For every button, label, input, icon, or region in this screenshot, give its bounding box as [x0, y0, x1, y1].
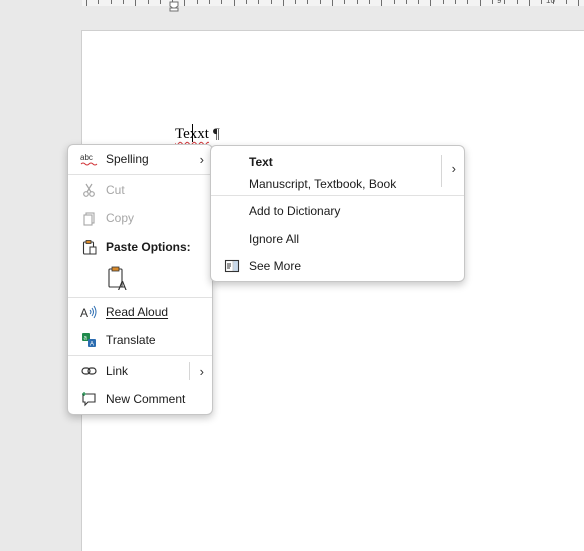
- spelling-suggestion-item[interactable]: Text Manuscript, Textbook, Book ›: [211, 149, 464, 193]
- ruler-tick: [197, 0, 198, 4]
- menu-divider: [211, 195, 464, 196]
- add-to-dictionary-item[interactable]: Add to Dictionary: [211, 198, 464, 224]
- read-aloud-menu-item[interactable]: A Read Aloud: [68, 299, 212, 325]
- ruler-tick: [135, 0, 136, 6]
- chevron-right-icon: ›: [199, 151, 204, 167]
- paste-options-label: Paste Options:: [106, 240, 191, 254]
- pilcrow-mark: ¶: [212, 126, 220, 142]
- svg-text:A: A: [80, 306, 88, 320]
- ignore-all-item[interactable]: Ignore All: [211, 226, 464, 252]
- new-comment-label: New Comment: [106, 392, 186, 406]
- ruler-tick: [381, 0, 382, 6]
- ruler-tick: [86, 0, 87, 6]
- translate-menu-item[interactable]: a A Translate: [68, 327, 212, 353]
- ruler-number: 9: [497, 0, 502, 5]
- link-icon: [80, 362, 98, 380]
- ruler-tick: [184, 0, 185, 6]
- menu-divider: [68, 174, 212, 175]
- paste-options-header: Paste Options:: [68, 234, 212, 260]
- ruler-tick: [344, 0, 345, 4]
- ruler-tick: [369, 0, 370, 4]
- svg-text:A: A: [118, 278, 127, 293]
- menu-divider: [68, 297, 212, 298]
- chevron-right-icon[interactable]: ›: [200, 364, 204, 379]
- ruler-tick: [443, 0, 444, 4]
- menu-divider: [68, 355, 212, 356]
- copy-label: Copy: [106, 211, 135, 225]
- indent-marker-icon[interactable]: [169, 1, 179, 12]
- link-label: Link: [106, 364, 129, 378]
- ruler-track: [82, 0, 584, 6]
- menu-split-divider: [441, 155, 442, 187]
- text-cursor: [192, 124, 193, 142]
- ruler-tick: [209, 0, 210, 4]
- translate-icon: a A: [80, 331, 98, 349]
- chevron-right-icon[interactable]: ›: [452, 161, 456, 176]
- translate-label: Translate: [106, 333, 156, 347]
- see-more-item[interactable]: See More: [211, 253, 464, 279]
- ruler-tick: [455, 0, 456, 4]
- ruler-tick: [221, 0, 222, 4]
- spelling-menu-item[interactable]: abc Spelling ›: [68, 146, 212, 172]
- ignore-all-label: Ignore All: [249, 232, 300, 246]
- ruler-tick: [480, 0, 481, 6]
- new-comment-icon: [80, 390, 98, 408]
- cut-menu-item[interactable]: Cut: [68, 177, 212, 203]
- ruler-tick: [430, 0, 431, 6]
- svg-text:A: A: [90, 342, 94, 348]
- svg-text:abc: abc: [80, 153, 93, 162]
- ruler-tick: [541, 0, 542, 4]
- ruler-number: 10: [546, 0, 555, 5]
- ruler-tick: [98, 0, 99, 4]
- clipboard-icon: [80, 238, 98, 256]
- suggestion-title: Text: [249, 155, 273, 169]
- ruler-tick: [111, 0, 112, 4]
- suggestion-synonyms: Manuscript, Textbook, Book: [249, 177, 397, 191]
- ruler-tick: [504, 0, 505, 4]
- ruler-tick: [517, 0, 518, 4]
- ruler-tick: [529, 0, 530, 6]
- ruler-tick: [418, 0, 419, 4]
- ruler-tick: [123, 0, 124, 4]
- horizontal-ruler[interactable]: 9 10: [0, 0, 584, 14]
- ruler-tick: [492, 0, 493, 4]
- ruler-tick: [283, 0, 284, 6]
- ruler-tick: [320, 0, 321, 4]
- ruler-tick: [394, 0, 395, 4]
- link-menu-item[interactable]: Link ›: [68, 358, 212, 384]
- document-text[interactable]: Texxt¶: [175, 126, 220, 143]
- read-aloud-icon: A: [80, 303, 98, 321]
- ruler-tick: [566, 0, 567, 4]
- menu-split-divider: [189, 362, 190, 380]
- ruler-tick: [307, 0, 308, 4]
- editor-pane-icon: [223, 257, 241, 275]
- ruler-tick: [357, 0, 358, 4]
- ruler-tick: [271, 0, 272, 4]
- ruler-tick: [295, 0, 296, 4]
- ruler-tick: [234, 0, 235, 6]
- copy-menu-item[interactable]: Copy: [68, 205, 212, 231]
- context-menu: abc Spelling › Cut Copy Paste Options: A…: [67, 144, 213, 415]
- ruler-tick: [258, 0, 259, 4]
- ruler-tick: [467, 0, 468, 4]
- new-comment-menu-item[interactable]: New Comment: [68, 386, 212, 412]
- paste-keep-text-icon: A: [106, 265, 130, 293]
- cut-label: Cut: [106, 183, 125, 197]
- copy-icon: [80, 209, 98, 227]
- ruler-tick: [406, 0, 407, 4]
- ruler-tick: [148, 0, 149, 4]
- paste-keep-text-only-option[interactable]: A: [68, 264, 212, 294]
- read-aloud-label: Read Aloud: [106, 305, 169, 319]
- abc-spelling-icon: abc: [80, 150, 98, 168]
- see-more-label: See More: [249, 259, 302, 273]
- add-to-dictionary-label: Add to Dictionary: [249, 204, 341, 218]
- ruler-tick: [160, 0, 161, 4]
- spelling-submenu: Text Manuscript, Textbook, Book › Add to…: [210, 145, 465, 282]
- ruler-tick: [332, 0, 333, 6]
- ruler-tick: [578, 0, 579, 6]
- spelling-label: Spelling: [106, 152, 149, 166]
- ruler-tick: [246, 0, 247, 4]
- scissors-icon: [80, 181, 98, 199]
